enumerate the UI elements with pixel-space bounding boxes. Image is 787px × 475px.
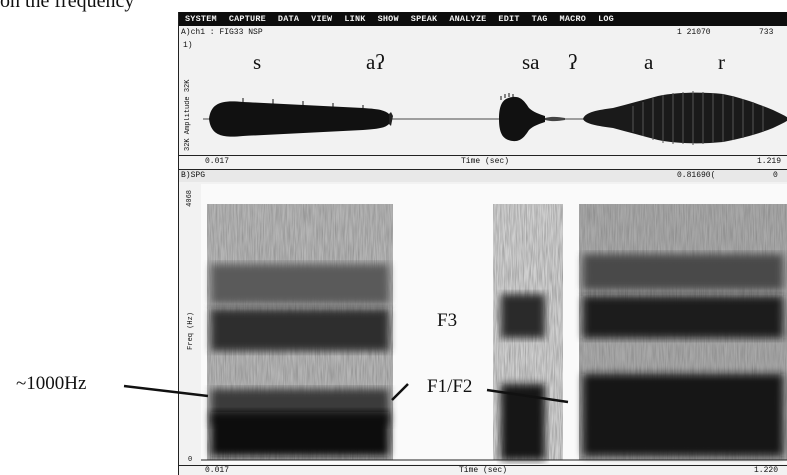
spectrogram-plot[interactable] (201, 184, 787, 464)
waveform-cursor-value: 1 21070 (677, 28, 711, 37)
spectrogram-header: B)SPG 0.81690( 0 (179, 169, 787, 182)
spectrogram-y-max: 4068 (186, 190, 194, 207)
segment-label: ʔ (568, 50, 578, 74)
menu-view[interactable]: VIEW (305, 14, 338, 24)
waveform-plot[interactable] (203, 82, 787, 156)
spectrogram-x-start: 0.017 (205, 466, 230, 475)
waveform-y-min: 32K (184, 138, 192, 151)
speech-analysis-window: SYSTEM CAPTURE DATA VIEW LINK SHOW SPEAK… (178, 12, 787, 475)
spectrogram-y-title: Freq (Hz) (187, 312, 195, 350)
menu-analyze[interactable]: ANALYZE (443, 14, 492, 24)
menu-tag[interactable]: TAG (526, 14, 554, 24)
waveform-x-start: 0.017 (205, 157, 230, 166)
menu-capture[interactable]: CAPTURE (223, 14, 272, 24)
spectrogram-x-axis: 0.017 Time (sec) 1.220 (179, 465, 787, 475)
spectrogram-y-axis: 4068 Freq (Hz) 0 (184, 184, 200, 470)
segment-label: sa (522, 50, 540, 74)
menu-log[interactable]: LOG (592, 14, 620, 24)
waveform-y-axis-title: Amplitude (184, 96, 192, 134)
spectrogram-x-end: 1.220 (754, 466, 779, 475)
waveform-y-axis: 32K Amplitude 32K (184, 74, 200, 156)
waveform-y-max: 32K (184, 79, 192, 92)
spectrogram-x-title: Time (sec) (459, 466, 508, 475)
waveform-x-title: Time (sec) (461, 157, 510, 166)
menu-edit[interactable]: EDIT (492, 14, 525, 24)
menu-system[interactable]: SYSTEM (179, 14, 223, 24)
waveform-x-axis: 0.017 Time (sec) 1.219 (179, 155, 787, 168)
waveform-cursor-value-2: 733 (759, 28, 774, 37)
waveform-x-end: 1.219 (757, 157, 782, 166)
segment-label: aʔ (366, 50, 385, 74)
figure-caption: on the frequency (0, 0, 135, 12)
menu-show[interactable]: SHOW (372, 14, 405, 24)
waveform-header: A)ch1 : FIG33 NSP 1 21070 733 (179, 27, 787, 39)
spectrogram-cursor-value-2: 0 (773, 171, 778, 180)
segment-label: r (718, 50, 725, 74)
segment-label: a (644, 50, 654, 74)
panel-number: 1) (183, 41, 193, 50)
menu-bar: SYSTEM CAPTURE DATA VIEW LINK SHOW SPEAK… (179, 12, 787, 26)
menu-speak[interactable]: SPEAK (405, 14, 444, 24)
menu-link[interactable]: LINK (338, 14, 371, 24)
waveform-channel-label: A)ch1 : FIG33 NSP (181, 28, 263, 37)
menu-data[interactable]: DATA (272, 14, 305, 24)
menu-macro[interactable]: MACRO (554, 14, 593, 24)
spectrogram-y-zero: 0 (188, 456, 193, 464)
annotation-f3: F3 (437, 310, 458, 331)
spectrogram-cursor-value: 0.81690( (677, 171, 716, 180)
annotation-1000hz: ~1000Hz (16, 373, 87, 394)
spectrogram-label: B)SPG (181, 171, 206, 180)
segment-label: s (253, 50, 262, 74)
annotation-f1f2: F1/F2 (427, 376, 473, 397)
